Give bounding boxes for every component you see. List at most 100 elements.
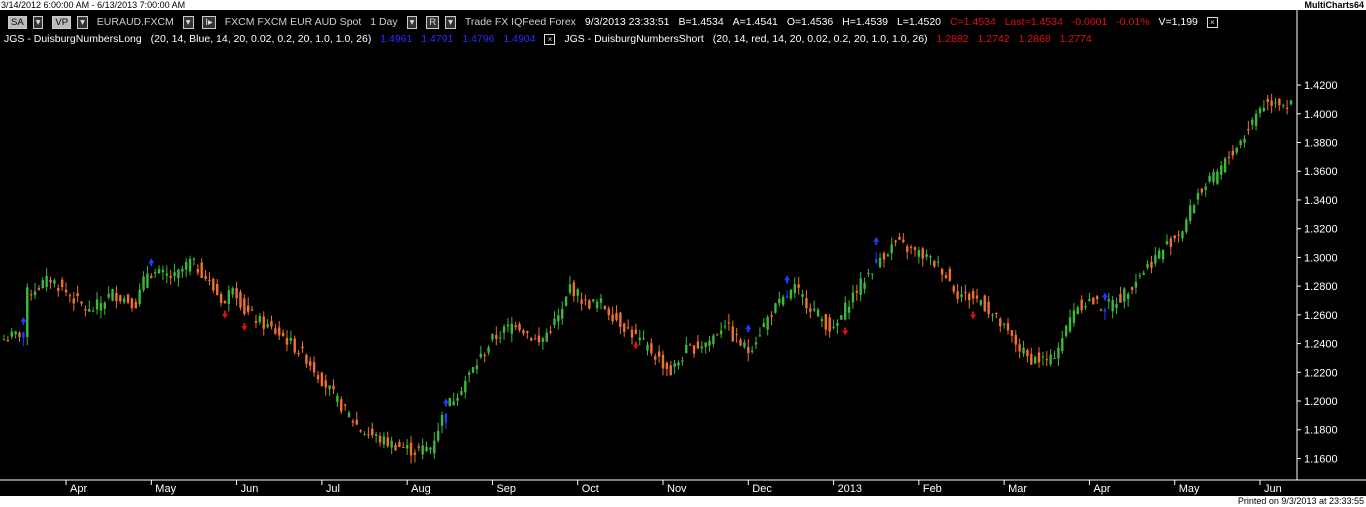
candle-body xyxy=(685,345,688,354)
resolution-dropdown-icon[interactable]: ▾ xyxy=(406,15,418,29)
candle-body xyxy=(619,312,622,328)
candle-body xyxy=(568,284,572,293)
candle-body xyxy=(413,452,417,455)
candle-body xyxy=(91,310,95,312)
vp-button[interactable]: VP xyxy=(52,15,72,29)
candle-body xyxy=(1154,255,1157,264)
candle-body xyxy=(592,299,595,302)
low-value: L=1.4520 xyxy=(896,16,942,28)
candle-body xyxy=(1285,107,1289,109)
short-study-name[interactable]: JGS - DuisburgNumbersShort xyxy=(564,32,703,46)
r-button[interactable]: R xyxy=(426,15,440,29)
candle-body xyxy=(894,240,897,243)
candle-body xyxy=(301,346,304,349)
chart-area[interactable]: 1.4200 1.4000 1.3800 1.3600 1.3400 1.3200 1.30… xyxy=(0,10,1366,496)
candle-body xyxy=(1022,347,1025,354)
close-long-study-icon[interactable]: × xyxy=(544,33,556,45)
candle-body xyxy=(917,250,921,257)
candle-body xyxy=(533,338,537,340)
candle-body xyxy=(1142,272,1145,275)
long-study-name[interactable]: JGS - DuisburgNumbersLong xyxy=(4,32,142,46)
price-chart[interactable]: 1.4200 1.4000 1.3800 1.3600 1.3400 1.3200 1.30… xyxy=(0,10,1366,496)
symbol-menu-icon[interactable]: ▾ xyxy=(182,15,194,29)
candle-body xyxy=(712,335,715,345)
price-tick-label: 1.3400 xyxy=(1304,195,1338,207)
time-tick-label: 2013 xyxy=(838,483,862,495)
candle-body xyxy=(409,442,413,456)
candle-body xyxy=(250,309,254,311)
candle-body xyxy=(1107,299,1111,302)
candle-body xyxy=(1080,299,1083,311)
candle-body xyxy=(727,322,731,324)
short-study-value: 1.2868 xyxy=(1018,33,1051,45)
candle-body xyxy=(634,329,638,334)
candle-body xyxy=(487,347,490,353)
candle-body xyxy=(196,268,200,273)
candle-body xyxy=(297,352,300,355)
sa-dropdown-icon[interactable]: ▾ xyxy=(32,15,44,29)
candle-body xyxy=(704,342,707,347)
candle-body xyxy=(572,282,576,297)
candle-body xyxy=(898,236,901,240)
candle-body xyxy=(1243,138,1246,143)
time-tick-label: Jul xyxy=(326,483,340,495)
short-entry-arrow-icon xyxy=(632,341,639,350)
candle-body xyxy=(37,287,41,290)
candle-body xyxy=(510,323,514,334)
candle-body xyxy=(716,334,719,336)
symbol-name[interactable]: EURAUD.FXCM xyxy=(97,15,174,29)
candle-body xyxy=(371,428,374,436)
resolution[interactable]: 1 Day xyxy=(370,15,397,29)
candle-body xyxy=(173,272,176,277)
candle-body xyxy=(960,294,963,298)
candle-body xyxy=(561,309,564,319)
candle-body xyxy=(347,412,351,417)
candle-body xyxy=(452,401,455,406)
candle-body xyxy=(979,300,983,305)
candle-body xyxy=(138,289,141,304)
candle-body xyxy=(588,300,591,309)
candle-body xyxy=(130,298,134,309)
candle-body xyxy=(223,300,227,304)
vp-dropdown-icon[interactable]: ▾ xyxy=(77,15,88,29)
last-value: Last=1.4534 xyxy=(1004,16,1063,28)
candle-body xyxy=(801,294,804,297)
candle-body xyxy=(1262,107,1266,112)
candle-body xyxy=(840,315,843,320)
price-tick-label: 1.3000 xyxy=(1304,252,1338,264)
candle-body xyxy=(603,306,607,310)
candle-body xyxy=(851,292,855,303)
time-tick-label: Apr xyxy=(1093,483,1110,495)
candle-body xyxy=(646,344,649,351)
candle-body xyxy=(181,268,184,272)
candle-body xyxy=(429,447,432,450)
candle-body xyxy=(1045,359,1048,361)
candle-body xyxy=(754,342,758,345)
candle-body xyxy=(1282,105,1285,107)
time-tick-label: Sep xyxy=(496,483,516,495)
candle-body xyxy=(316,375,320,380)
candle-body xyxy=(762,323,765,328)
r-dropdown-icon[interactable]: ▾ xyxy=(445,15,456,29)
candle-body xyxy=(1258,108,1262,114)
candle-body xyxy=(956,291,959,299)
candle-body xyxy=(305,354,308,364)
candle-body xyxy=(235,288,238,299)
close-status-icon[interactable]: × xyxy=(1206,16,1218,28)
candle-body xyxy=(417,446,420,448)
candle-body xyxy=(192,258,196,260)
price-tick-label: 1.3800 xyxy=(1304,138,1338,150)
candle-body xyxy=(119,295,122,302)
candle-body xyxy=(374,434,378,436)
candle-body xyxy=(254,321,258,323)
candle-body xyxy=(1057,347,1060,359)
candle-body xyxy=(188,258,192,272)
candle-body xyxy=(805,298,808,309)
sa-button[interactable]: SA xyxy=(8,15,27,29)
candle-body xyxy=(177,269,180,279)
bar-type-icon[interactable]: I▸ xyxy=(202,15,216,29)
candle-body xyxy=(115,292,118,302)
long-study-params: (20, 14, Blue, 14, 20, 0.02, 0.2, 20, 1.… xyxy=(150,33,372,45)
candle-body xyxy=(270,320,273,327)
candle-body xyxy=(1196,192,1200,200)
